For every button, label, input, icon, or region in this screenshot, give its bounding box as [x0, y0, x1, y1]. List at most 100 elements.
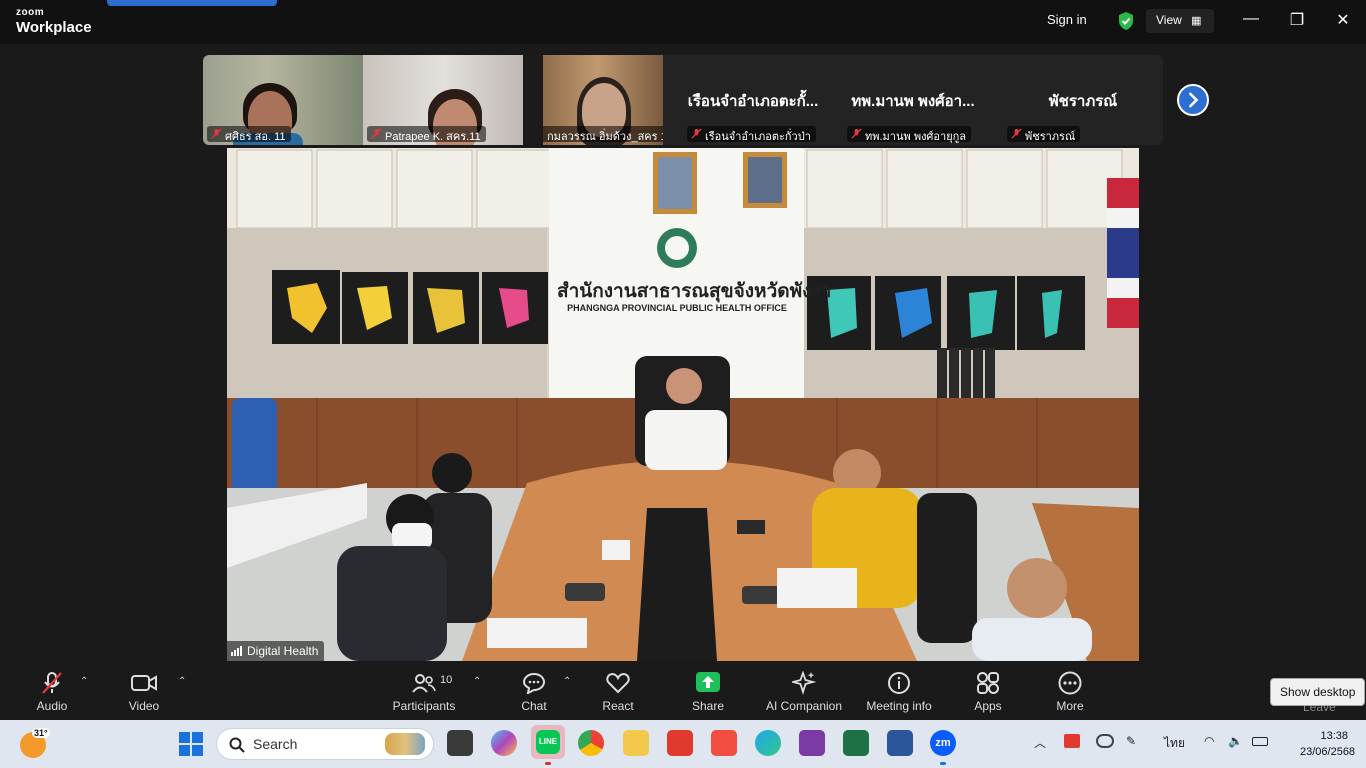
language-indicator[interactable]: ไทย — [1164, 734, 1185, 753]
cloud-icon[interactable] — [1096, 734, 1114, 748]
copilot-icon[interactable] — [491, 730, 517, 756]
participant-name: ศศิธร สอ. 11 — [207, 126, 291, 143]
mic-muted-icon — [1011, 128, 1022, 139]
participants-icon — [412, 674, 436, 693]
participant-name: Patrapee K. สคร.11 — [367, 126, 486, 143]
mic-muted-icon — [371, 128, 382, 139]
apps-button[interactable]: Apps — [966, 670, 1010, 713]
participant-display-name: เรือนจำอำเภอตะกั้... — [687, 93, 819, 110]
clock-date: 23/06/2568 — [1300, 746, 1356, 758]
taskbar-search[interactable]: Search — [216, 728, 434, 760]
participants-count: 10 — [440, 674, 453, 686]
chat-icon — [522, 672, 546, 694]
signal-icon — [231, 646, 242, 656]
participant-display-name: พัชราภรณ์ — [1048, 93, 1118, 110]
grid-icon: ▦ — [1191, 15, 1202, 27]
temperature: 31° — [32, 728, 50, 738]
excel-icon[interactable] — [843, 730, 869, 756]
more-icon — [1058, 671, 1082, 695]
windows-taskbar: 31° Search LINE zm ︿ ✎ ไทย ◠ 🔈 13:38 23/… — [0, 720, 1366, 768]
audio-options-caret-icon[interactable]: ⌃ — [80, 676, 88, 687]
brand-bottom: Workplace — [16, 19, 92, 36]
mic-muted-icon — [691, 128, 702, 139]
volume-icon[interactable]: 🔈 — [1228, 734, 1243, 748]
share-screen-icon — [696, 672, 720, 692]
sparkle-icon — [792, 671, 816, 695]
participant-name: พัชราภรณ์ — [1007, 126, 1081, 143]
task-view-icon[interactable] — [447, 730, 473, 756]
participant-tile[interactable]: Patrapee K. สคร.11 — [363, 55, 523, 145]
chevron-up-icon[interactable]: ︿ — [1034, 734, 1046, 751]
ai-companion-button[interactable]: AI Companion — [762, 670, 846, 713]
view-label: View — [1156, 13, 1182, 27]
participant-tile[interactable]: เรือนจำอำเภอตะกั้... เรือนจำอำเภอตะกั่วป… — [673, 55, 833, 145]
meeting-room-scene — [227, 148, 1139, 661]
share-button[interactable]: Share — [686, 670, 730, 713]
pen-icon[interactable]: ✎ — [1126, 734, 1136, 748]
file-explorer-icon[interactable] — [623, 730, 649, 756]
meeting-info-button[interactable]: Meeting info — [862, 670, 936, 713]
chat-options-caret-icon[interactable]: ⌃ — [563, 676, 571, 687]
active-app-indicator — [545, 762, 551, 765]
participant-name: กมลวรรณ อิ่มด้วง_สคร 11 — [543, 126, 663, 143]
search-highlight-icon — [385, 733, 425, 755]
next-page-icon[interactable] — [1177, 84, 1209, 116]
heart-icon — [606, 672, 630, 694]
brand-top: zoom — [16, 7, 45, 18]
chat-button[interactable]: Chat — [512, 670, 556, 713]
show-desktop-tooltip: Show desktop — [1270, 678, 1366, 706]
participant-name: เรือนจำอำเภอตะกั่วป่า — [687, 126, 816, 143]
video-camera-icon — [131, 675, 157, 691]
video-button[interactable]: Video — [120, 670, 168, 713]
windows-start-icon[interactable] — [179, 732, 203, 756]
anydesk-icon[interactable] — [667, 730, 693, 756]
shield-icon[interactable] — [1117, 11, 1135, 31]
restore-icon[interactable]: ❐ — [1287, 10, 1307, 30]
participant-strip: ศศิธร สอ. 11 Patrapee K. สคร.11 กมลวรรณ … — [203, 55, 1163, 145]
info-icon — [888, 672, 910, 694]
wifi-icon[interactable]: ◠ — [1204, 734, 1214, 748]
app-logo: zoom Workplace — [16, 7, 92, 36]
react-button[interactable]: React — [596, 670, 640, 713]
mic-muted-icon — [42, 672, 62, 694]
participant-tile[interactable]: พัชราภรณ์ พัชราภรณ์ — [1003, 55, 1163, 145]
pdf-editor-icon[interactable] — [799, 730, 825, 756]
chrome-icon[interactable] — [578, 730, 604, 756]
tile-divider — [523, 55, 543, 145]
participant-display-name: ทพ.มานพ พงศ์อา... — [851, 93, 975, 110]
apps-icon — [977, 672, 999, 694]
view-button[interactable]: View ▦ — [1146, 9, 1214, 33]
system-clock[interactable]: 13:38 23/06/2568 — [1300, 728, 1356, 760]
sign-in-button[interactable]: Sign in — [1047, 12, 1087, 27]
participant-name: ทพ.มานพ พงศ์อายุกูล — [847, 126, 972, 143]
meeting-toolbar: Audio ⌃ Video ⌃ Participants 10 ⌃ Chat ⌃… — [0, 664, 1366, 720]
minimize-icon[interactable]: — — [1241, 10, 1261, 28]
battery-icon[interactable] — [1252, 737, 1268, 746]
participant-tile[interactable]: กมลวรรณ อิ่มด้วง_สคร 11 — [543, 55, 663, 145]
audio-button[interactable]: Audio — [28, 670, 76, 713]
line-app-highlight[interactable]: LINE — [531, 725, 565, 759]
active-app-indicator — [940, 762, 946, 765]
close-icon[interactable]: ✕ — [1333, 10, 1353, 30]
zoom-icon[interactable]: zm — [930, 730, 956, 756]
window-tab-indicator — [107, 0, 277, 6]
search-icon — [229, 737, 245, 753]
active-speaker-label: Digital Health — [227, 641, 325, 661]
edge-icon[interactable] — [755, 730, 781, 756]
anydesk-tray-icon[interactable] — [1064, 734, 1080, 748]
line-icon: LINE — [536, 730, 560, 754]
participant-tile[interactable]: ศศิธร สอ. 11 — [203, 55, 363, 145]
wps-office-icon[interactable] — [711, 730, 737, 756]
main-video: สำนักงานสาธารณสุขจังหวัดพังงา PHANGNGA P… — [227, 148, 1139, 661]
mic-muted-icon — [211, 128, 222, 139]
video-options-caret-icon[interactable]: ⌃ — [178, 676, 186, 687]
participants-options-caret-icon[interactable]: ⌃ — [473, 676, 481, 687]
office-sign-thai: สำนักงานสาธารณสุขจังหวัดพังงา — [557, 281, 832, 302]
clock-time: 13:38 — [1320, 730, 1348, 742]
office-sign-english: PHANGNGA PROVINCIAL PUBLIC HEALTH OFFICE — [567, 303, 787, 313]
word-icon[interactable] — [887, 730, 913, 756]
participant-tile[interactable]: ทพ.มานพ พงศ์อา... ทพ.มานพ พงศ์อายุกูล — [833, 55, 993, 145]
more-button[interactable]: More — [1048, 670, 1092, 713]
mic-muted-icon — [851, 128, 862, 139]
title-bar: zoom Workplace Sign in View ▦ — ❐ ✕ — [0, 0, 1366, 44]
